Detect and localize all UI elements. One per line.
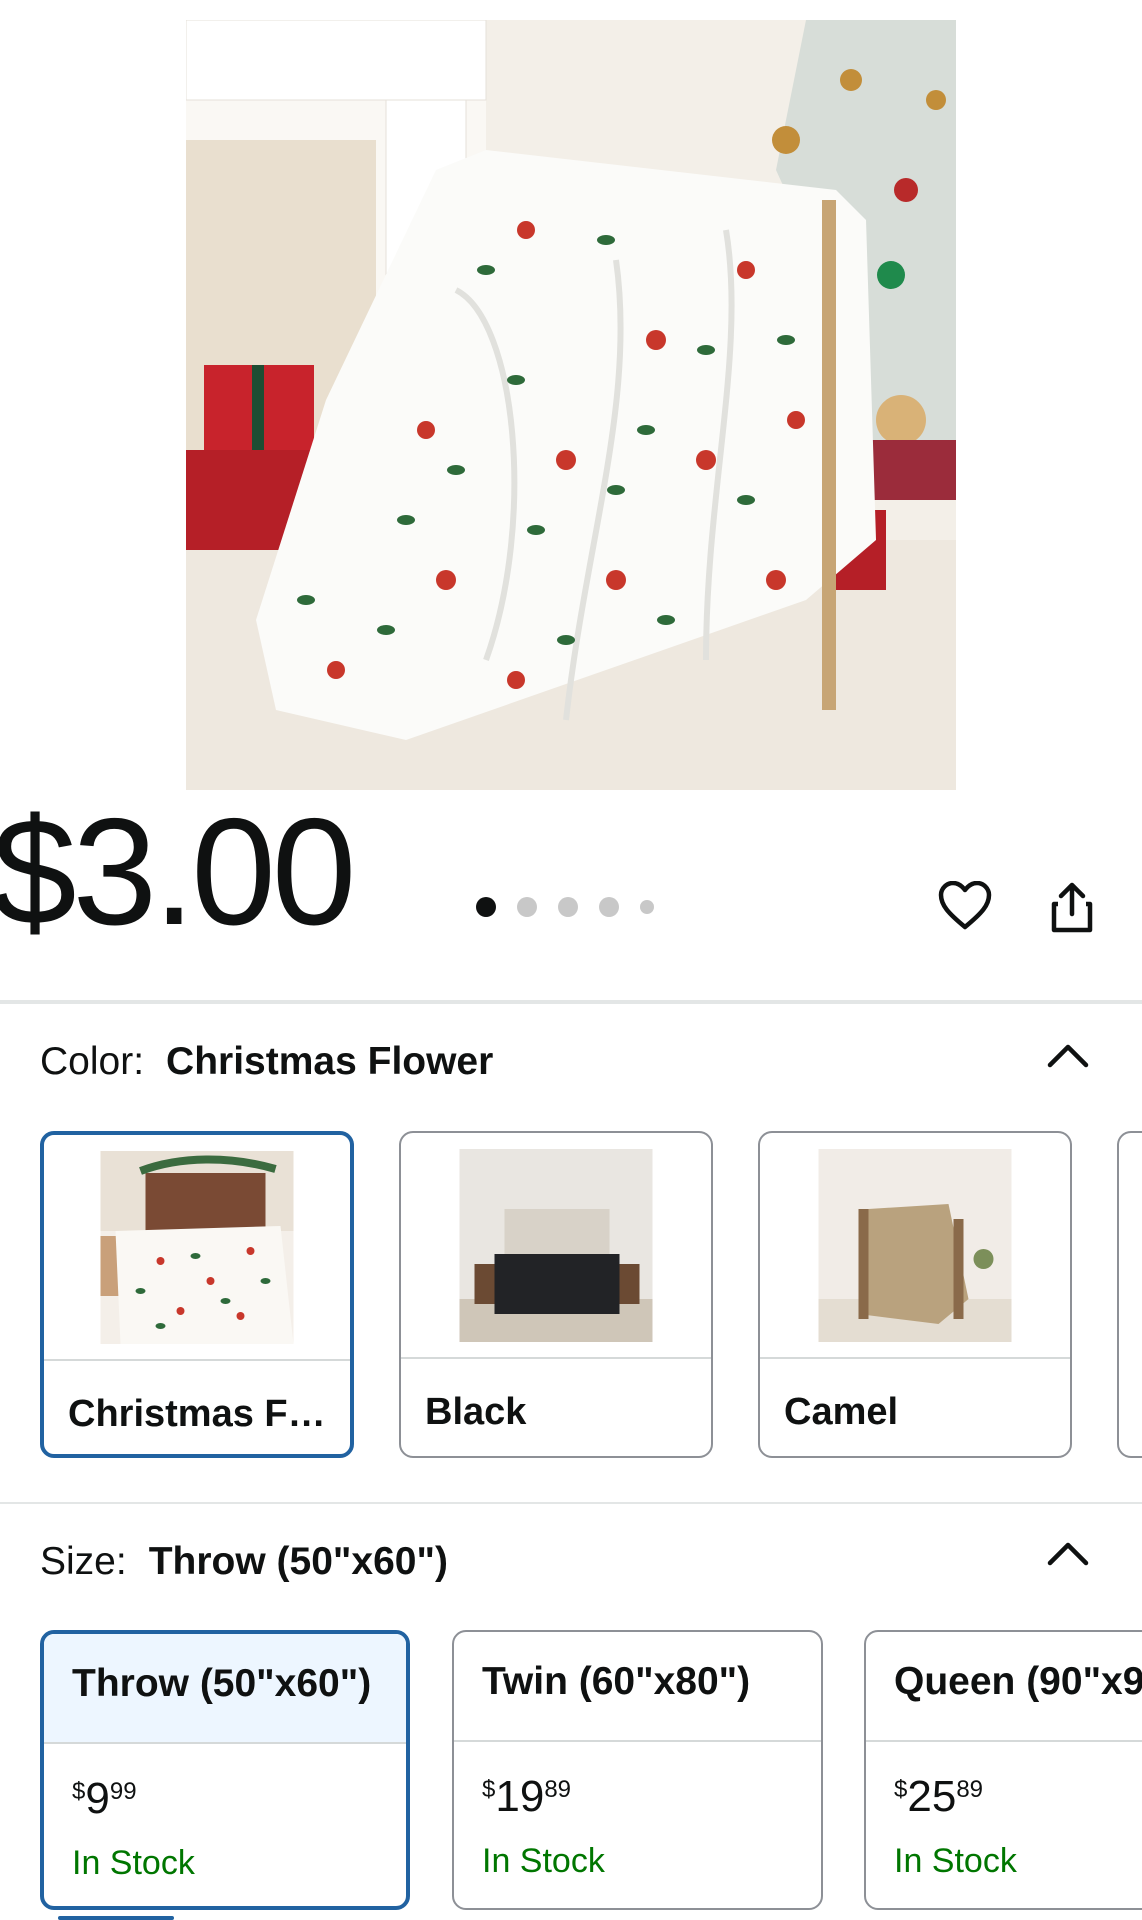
size-option-header: Twin (60"x80")	[454, 1632, 821, 1740]
size-option-price: $999	[72, 1774, 137, 1823]
size-option-label: Queen (90"x9	[894, 1660, 1142, 1703]
color-selector-label: Color: Christmas Flower	[40, 1040, 493, 1084]
swatch-divider	[760, 1357, 1070, 1359]
carousel-dot[interactable]	[517, 897, 537, 917]
swatch-image	[459, 1149, 653, 1342]
heart-icon	[938, 881, 992, 930]
share-button[interactable]	[1042, 878, 1102, 938]
size-option-divider	[44, 1742, 406, 1744]
swatch-label: Camel	[784, 1391, 899, 1433]
carousel-dot[interactable]	[599, 897, 619, 917]
size-option-header: Throw (50"x60")	[44, 1634, 406, 1742]
size-option-price: $2589	[894, 1772, 984, 1821]
chevron-up-icon[interactable]	[1046, 1040, 1090, 1070]
size-option-twin[interactable]: Twin (60"x80") $1989 In Stock	[452, 1630, 823, 1910]
color-selected-value: Christmas Flower	[166, 1040, 494, 1083]
size-option-divider	[866, 1740, 1142, 1742]
size-option-header: Queen (90"x9	[866, 1632, 1142, 1740]
color-option-camel[interactable]: Camel	[758, 1131, 1072, 1458]
size-selected-value: Throw (50"x60")	[148, 1540, 448, 1583]
color-label: Color:	[40, 1040, 145, 1083]
size-option-divider	[454, 1740, 821, 1742]
color-option-more[interactable]	[1117, 1131, 1142, 1458]
stock-status: In Stock	[72, 1844, 195, 1882]
scroll-indicator	[58, 1916, 174, 1920]
section-divider	[0, 1502, 1142, 1504]
size-option-queen[interactable]: Queen (90"x9 $2589 In Stock	[864, 1630, 1142, 1910]
favorite-button[interactable]	[935, 876, 995, 936]
carousel-dot[interactable]	[476, 897, 496, 917]
swatch-image	[818, 1149, 1012, 1342]
section-divider	[0, 1000, 1142, 1004]
product-image[interactable]	[186, 20, 956, 790]
chevron-up-icon[interactable]	[1046, 1538, 1090, 1568]
product-price: $3.00	[0, 787, 356, 957]
size-option-label: Twin (60"x80")	[482, 1660, 751, 1703]
carousel-dot[interactable]	[640, 900, 654, 914]
swatch-label: Christmas F…	[68, 1393, 326, 1435]
size-option-price: $1989	[482, 1772, 572, 1821]
stock-status: In Stock	[482, 1842, 605, 1880]
size-option-throw[interactable]: Throw (50"x60") $999 In Stock	[40, 1630, 410, 1910]
color-option-black[interactable]: Black	[399, 1131, 713, 1458]
swatch-divider	[401, 1357, 711, 1359]
share-icon	[1051, 882, 1093, 933]
size-option-label: Throw (50"x60")	[72, 1662, 372, 1705]
swatch-label: Black	[425, 1391, 527, 1433]
carousel-dot[interactable]	[558, 897, 578, 917]
swatch-image	[100, 1151, 294, 1344]
stock-status: In Stock	[894, 1842, 1017, 1880]
swatch-divider	[44, 1359, 350, 1361]
size-label: Size:	[40, 1540, 127, 1583]
color-option-christmas-flower[interactable]: Christmas F…	[40, 1131, 354, 1458]
image-carousel-indicator[interactable]	[476, 896, 654, 918]
size-selector-label: Size: Throw (50"x60")	[40, 1540, 448, 1584]
